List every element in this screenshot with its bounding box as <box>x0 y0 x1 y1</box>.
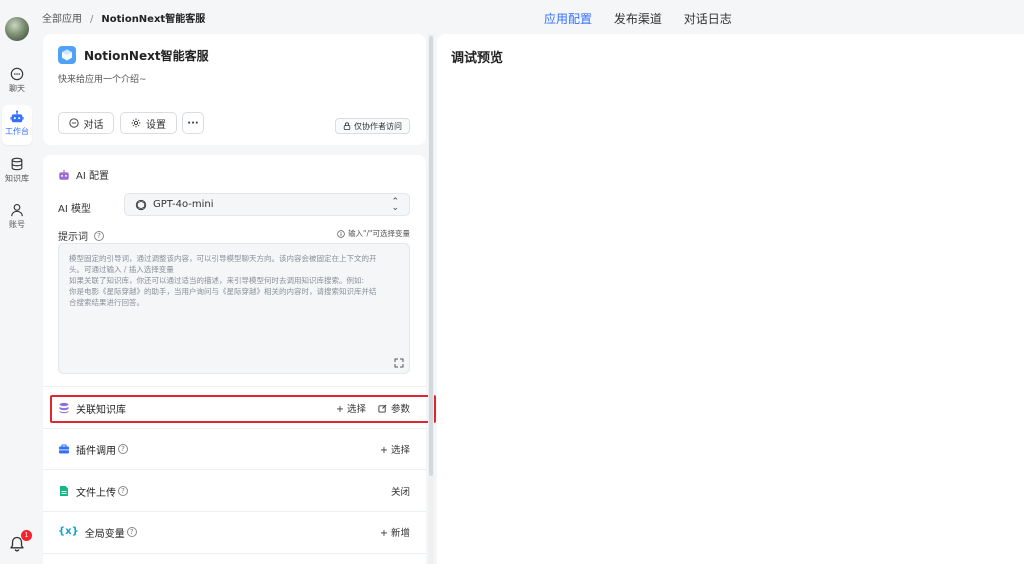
breadcrumb-separator: / <box>90 14 94 25</box>
global-variables-row: {x} 全局变量 ? + 新增 <box>58 522 410 542</box>
app-name: NotionNext智能客服 <box>84 49 209 63</box>
user-icon <box>11 204 23 217</box>
database-icon <box>11 157 23 171</box>
global-variables-label: 全局变量 <box>84 528 125 540</box>
prompt-placeholder-line: 如果关联了知识库，你还可以通过适当的描述，来引导模型何时去调用知识库搜索。例如: <box>69 276 365 285</box>
prompt-placeholder-line: 你是电影《星际穿越》的助手，当用户询问与《星际穿越》相关的内容时，请搜索知识库并… <box>69 287 377 296</box>
sidebar-item-knowledge[interactable]: 知识库 <box>2 152 32 192</box>
app-cube-icon <box>58 46 76 64</box>
debug-preview-panel: 调试预览 <box>437 34 1024 564</box>
breadcrumb-current: NotionNext智能客服 <box>101 14 206 25</box>
tab-app-config[interactable]: 应用配置 <box>544 10 592 27</box>
sidebar-item-label: 账号 <box>9 220 25 229</box>
prompt-placeholder: 模型固定的引导词，通过调整该内容，可以引导模型聊天方向。该内容会被固定在上下文的… <box>69 253 403 308</box>
settings-button[interactable]: 设置 <box>120 112 177 134</box>
left-nav: 聊天 工作台 知识库 账号 1 <box>0 0 34 564</box>
tab-publish-channels[interactable]: 发布渠道 <box>614 10 662 27</box>
info-icon <box>337 229 345 238</box>
avatar[interactable] <box>5 17 29 41</box>
expand-icon[interactable] <box>394 358 404 368</box>
help-icon[interactable]: ? <box>118 486 128 496</box>
collaborator-access-label: 仅协作者访问 <box>354 121 402 131</box>
sidebar-item-chat[interactable]: 聊天 <box>2 62 32 102</box>
chat-icon <box>10 67 24 81</box>
file-icon <box>60 486 68 496</box>
chat-button-label: 对话 <box>83 119 104 131</box>
breadcrumb-root[interactable]: 全部应用 <box>42 14 82 25</box>
file-upload-label: 文件上传 <box>76 487 116 499</box>
divider <box>43 428 426 429</box>
ai-config-title: AI 配置 <box>76 171 109 182</box>
help-icon[interactable]: ? <box>94 230 104 241</box>
tab-chat-logs[interactable]: 对话日志 <box>684 10 732 27</box>
prompt-textarea[interactable]: 模型固定的引导词，通过调整该内容，可以引导模型聊天方向。该内容会被固定在上下文的… <box>58 243 410 374</box>
notification-badge: 1 <box>21 530 32 541</box>
more-button[interactable]: ··· <box>182 112 204 134</box>
sidebar-item-label: 聊天 <box>9 84 25 93</box>
openai-icon <box>135 199 147 210</box>
ai-config-header: AI 配置 <box>58 167 109 182</box>
file-upload-status[interactable]: 关闭 <box>391 484 410 498</box>
select-arrows-icon: ⌃ ⌄ <box>391 197 399 213</box>
model-label: AI 模型 <box>58 204 91 215</box>
prompt-label-text: 提示词 <box>58 232 88 243</box>
prompt-hint[interactable]: 输入"/"可选择变量 <box>337 228 410 239</box>
sidebar-item-account[interactable]: 账号 <box>2 198 32 238</box>
robot-icon <box>10 110 24 123</box>
chat-icon <box>68 118 79 128</box>
help-icon[interactable]: ? <box>118 444 128 454</box>
prompt-placeholder-line: 模型固定的引导词，通过调整该内容，可以引导模型聊天方向。该内容会被固定在上下文的… <box>69 254 377 263</box>
preview-title: 调试预览 <box>451 51 504 66</box>
sidebar-item-workbench[interactable]: 工作台 <box>2 105 32 145</box>
breadcrumb: 全部应用 / NotionNext智能客服 <box>42 10 205 25</box>
model-select[interactable]: GPT-4o-mini ⌃ ⌄ <box>124 193 410 216</box>
app-description[interactable]: 快来给应用一个介绍~ <box>58 72 147 85</box>
toolbox-icon <box>59 444 69 454</box>
gear-icon <box>131 118 141 128</box>
sidebar-item-label: 工作台 <box>5 127 29 136</box>
variable-icon: {x} <box>58 526 79 537</box>
collaborator-access-button[interactable]: 仅协作者访问 <box>335 118 410 134</box>
model-select-value: GPT-4o-mini <box>153 199 214 210</box>
app-info-card: NotionNext智能客服 快来给应用一个介绍~ 对话 设置 ··· 仅协作者… <box>43 34 426 145</box>
prompt-placeholder-line: 头。可通过输入 / 插入选择变量 <box>69 265 174 274</box>
divider <box>43 386 426 387</box>
config-panel: AI 配置 AI 模型 GPT-4o-mini ⌃ ⌄ 提示词 ? 输入"/"可选… <box>43 155 426 564</box>
plugin-row: 插件调用 ? + 选择 <box>58 439 410 459</box>
settings-button-label: 设置 <box>146 119 166 131</box>
highlight-box <box>50 395 436 423</box>
config-scrollbar-thumb[interactable] <box>429 36 433 476</box>
ai-robot-icon <box>59 169 69 180</box>
prompt-hint-text: 输入"/"可选择变量 <box>348 229 410 238</box>
plugin-label: 插件调用 <box>76 445 116 457</box>
help-icon[interactable]: ? <box>126 527 137 537</box>
divider <box>43 553 426 554</box>
file-upload-row: 文件上传 ? 关闭 <box>58 481 410 501</box>
prompt-placeholder-line: 合搜索结果进行回答。 <box>69 298 144 307</box>
divider <box>43 469 426 470</box>
plugin-select-button[interactable]: + 选择 <box>380 442 410 456</box>
prompt-label: 提示词 ? <box>58 228 104 243</box>
global-variables-add-button[interactable]: + 新增 <box>380 525 410 539</box>
lock-icon <box>343 122 351 130</box>
divider <box>43 511 426 512</box>
top-tabs: 应用配置 发布渠道 对话日志 <box>544 10 750 27</box>
chat-button[interactable]: 对话 <box>58 112 114 134</box>
sidebar-item-label: 知识库 <box>5 174 29 183</box>
